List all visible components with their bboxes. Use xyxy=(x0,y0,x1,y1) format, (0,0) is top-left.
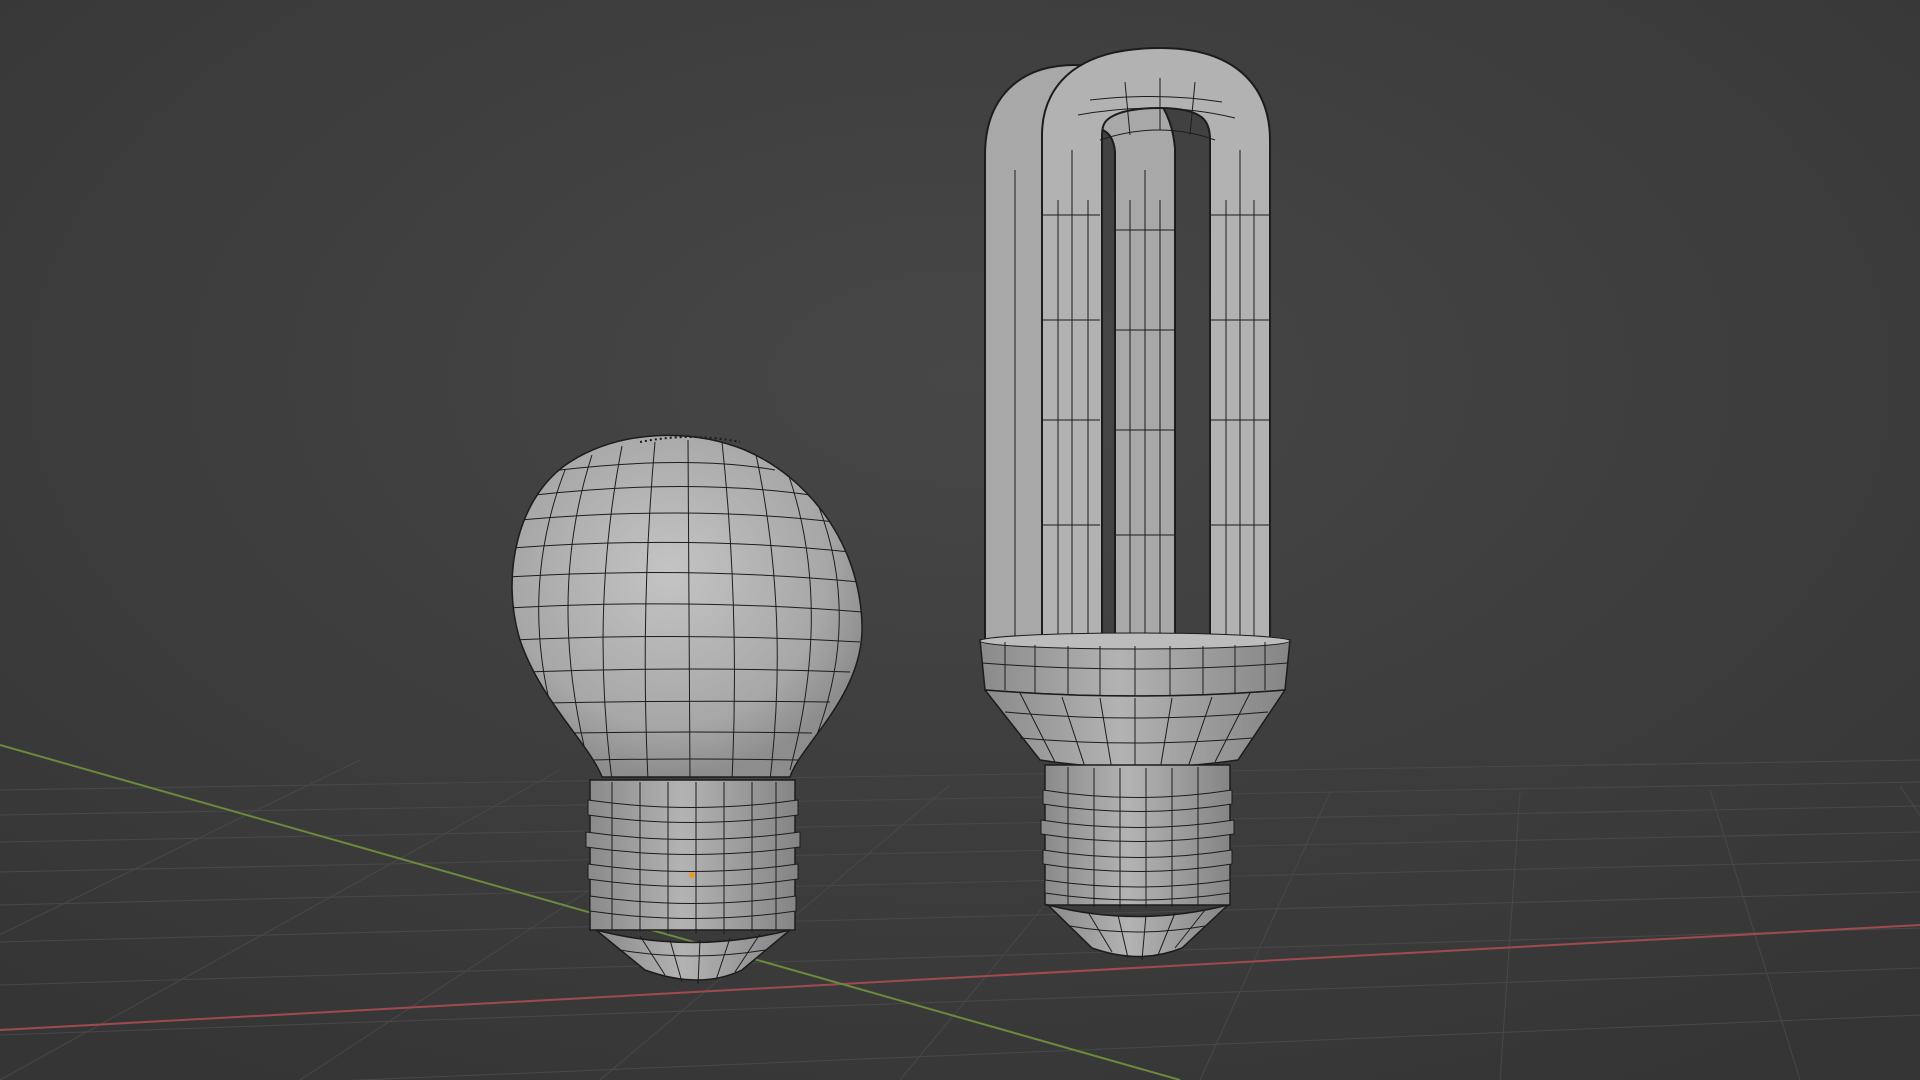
viewport-scene[interactable] xyxy=(0,0,1920,1080)
viewport-background xyxy=(0,0,1920,1080)
3d-viewport[interactable] xyxy=(0,0,1920,1080)
selected-vertex[interactable] xyxy=(689,872,695,878)
